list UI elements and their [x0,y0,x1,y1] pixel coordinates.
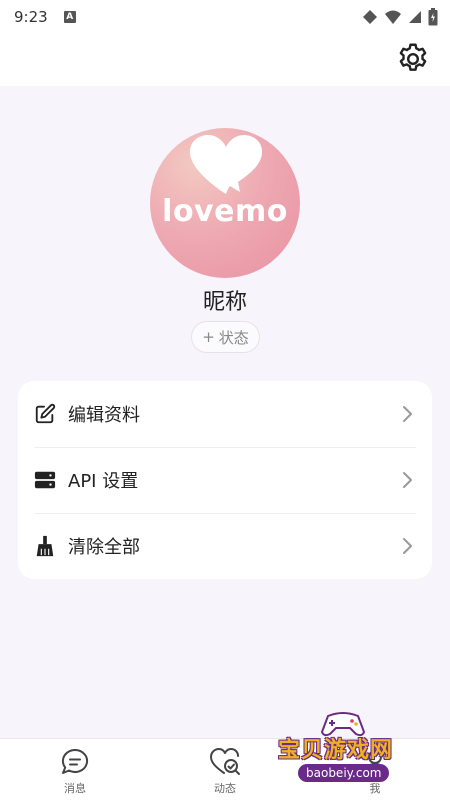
menu-item-label: API 设置 [68,471,139,492]
menu-item-label: 编辑资料 [68,405,140,426]
status-time: 9:23 [14,8,48,26]
menu-item-label: 清除全部 [68,537,140,558]
battery-icon [428,8,438,26]
server-icon [34,469,56,491]
watermark-title: 宝贝游戏网 [278,738,394,763]
signal-diamond-icon [363,10,377,24]
avatar[interactable]: lovemo [150,128,300,278]
nav-moments[interactable]: 动态 [195,747,255,796]
watermark-url: baobeiy.com [298,764,390,782]
chevron-right-icon [403,538,412,554]
menu-item-edit-profile[interactable]: 编辑资料 [18,381,432,447]
chevron-right-icon [403,472,412,488]
status-left: 9:23 A [14,8,76,26]
menu-item-clear-all[interactable]: 清除全部 [18,513,432,579]
notification-a-icon: A [63,11,76,23]
nickname[interactable]: 昵称 [0,284,450,316]
add-status-button[interactable]: + 状态 [191,321,260,353]
nav-messages[interactable]: 消息 [45,747,105,796]
nav-label: 消息 [64,782,86,795]
nav-label: 动态 [214,782,236,795]
cell-signal-icon [409,11,421,23]
heart-icon [190,135,262,194]
settings-button[interactable] [394,40,432,78]
edit-icon [34,403,56,425]
plus-icon: + [202,328,215,346]
chevron-right-icon [403,406,412,422]
top-bar [0,34,450,86]
menu-item-api-settings[interactable]: API 设置 [18,447,432,513]
avatar-logo-text: lovemo [162,194,288,229]
status-label: 状态 [218,328,249,347]
broom-icon [34,535,56,557]
heart-search-icon [210,748,240,775]
status-bar: 9:23 A [0,0,450,34]
chat-bubble-icon [61,748,89,774]
gear-icon [399,43,427,71]
wifi-icon [385,10,401,24]
status-right [362,8,438,26]
settings-menu-card: 编辑资料 API 设置 清除全部 [18,381,432,579]
watermark: 宝贝游戏网 baobeiy.com [276,708,426,798]
